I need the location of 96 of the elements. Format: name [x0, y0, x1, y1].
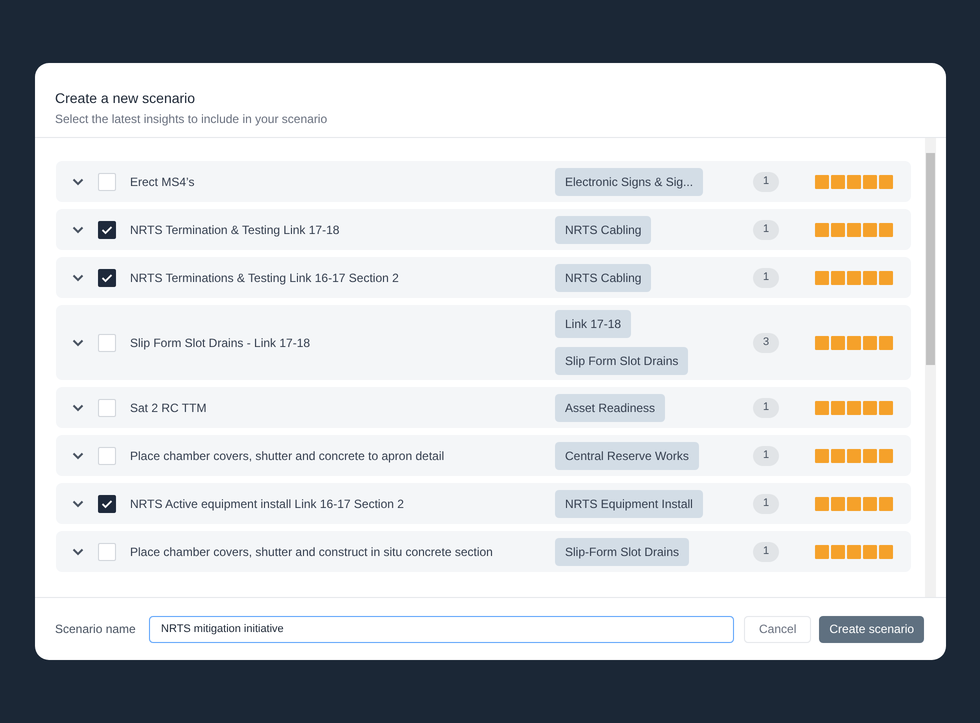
category-tag: Electronic Signs & Sig... — [555, 168, 704, 196]
chevron-down-icon[interactable] — [72, 274, 84, 282]
scrollbar[interactable] — [925, 138, 936, 598]
category-tag: Asset Readiness — [555, 394, 666, 422]
count-badge: 1 — [753, 398, 779, 418]
insight-title: Sat 2 RC TTM — [130, 400, 208, 416]
rating-square — [847, 448, 861, 462]
rating-square — [879, 400, 893, 414]
rating-square — [831, 270, 845, 284]
count-badge: 1 — [753, 494, 779, 514]
category-tag: Link 17-18 — [555, 310, 632, 338]
rating-square — [847, 174, 861, 188]
insight-title: Place chamber covers, shutter and concrete to apron detail — [130, 448, 446, 464]
insight-row[interactable]: NRTS Active equipment install Link 16-17 Section 2 NRTS Equipment Install 1 — [56, 483, 911, 524]
rating-square — [831, 174, 845, 188]
insight-row[interactable]: Place chamber covers, shutter and concrete to apron detail Central Reserve Works 1 — [56, 435, 911, 476]
insight-row[interactable]: Place chamber covers, shutter and construct in situ concrete section Slip-Form Slot Drains 1 — [56, 531, 911, 572]
count-badge: 1 — [753, 172, 779, 192]
rating-square — [831, 222, 845, 236]
count-badge: 1 — [753, 268, 779, 288]
rating-square — [847, 270, 861, 284]
category-tag: NRTS Cabling — [555, 264, 652, 292]
category-tag: Central Reserve Works — [555, 442, 699, 470]
insight-row[interactable]: Slip Form Slot Drains - Link 17-18 Link 17-18 Slip Form Slot Drains 3 — [56, 305, 911, 380]
category-tag: NRTS Equipment Install — [555, 490, 703, 518]
rating-square — [863, 336, 877, 350]
count-badge: 1 — [753, 446, 779, 466]
insight-title: NRTS Terminations & Testing Link 16-17 Section 2 — [130, 270, 400, 286]
checkbox[interactable] — [98, 446, 116, 464]
chevron-down-icon[interactable] — [72, 452, 84, 460]
dialog-subtitle: Select the latest insights to include in your scenario — [55, 111, 328, 127]
chevron-down-icon[interactable] — [72, 226, 84, 234]
chevron-down-icon[interactable] — [72, 548, 84, 556]
rating-square — [815, 400, 829, 414]
rating-square — [863, 496, 877, 510]
insight-title: Place chamber covers, shutter and construct in situ concrete section — [130, 544, 494, 560]
insight-row[interactable]: NRTS Termination & Testing Link 17-18 NRTS Cabling 1 — [56, 209, 911, 250]
rating-square — [863, 448, 877, 462]
checkbox[interactable] — [98, 542, 116, 560]
rating-square — [879, 336, 893, 350]
insight-title: Slip Form Slot Drains - Link 17-18 — [130, 334, 312, 352]
dialog-title: Create a new scenario — [55, 89, 196, 107]
checkbox[interactable] — [98, 172, 116, 190]
chevron-down-icon[interactable] — [72, 338, 84, 346]
checkbox[interactable] — [98, 494, 116, 512]
checkbox[interactable] — [98, 268, 116, 286]
rating-square — [815, 448, 829, 462]
rating-square — [879, 544, 893, 558]
create-scenario-button[interactable]: Create scenario — [819, 616, 924, 643]
rating-square — [847, 400, 861, 414]
rating-square — [879, 496, 893, 510]
rating-square — [831, 448, 845, 462]
scenario-name-label: Scenario name — [55, 621, 137, 638]
rating-square — [831, 496, 845, 510]
rating-square — [847, 544, 861, 558]
rating-square — [863, 222, 877, 236]
rating-square — [879, 222, 893, 236]
insight-row[interactable]: Erect MS4’s Electronic Signs & Sig... 1 — [56, 161, 911, 202]
rating-square — [879, 448, 893, 462]
rating-square — [863, 544, 877, 558]
rating-square — [815, 496, 829, 510]
rating-square — [815, 544, 829, 558]
insight-row[interactable]: NRTS Terminations & Testing Link 16-17 Section 2 NRTS Cabling 1 — [56, 257, 911, 298]
rating-square — [847, 222, 861, 236]
scenario-name-field[interactable]: NRTS mitigation initiative — [149, 616, 734, 643]
insight-title: Erect MS4’s — [130, 174, 196, 190]
cancel-button[interactable]: Cancel — [744, 616, 812, 643]
count-badge: 1 — [753, 542, 779, 562]
rating-square — [831, 400, 845, 414]
category-tag: Slip-Form Slot Drains — [555, 538, 690, 566]
insight-row[interactable]: Sat 2 RC TTM Asset Readiness 1 — [56, 387, 911, 428]
rating-square — [863, 270, 877, 284]
rating-square — [863, 174, 877, 188]
rating-square — [879, 270, 893, 284]
category-tag: Slip Form Slot Drains — [555, 347, 688, 375]
rating-square — [847, 336, 861, 350]
rating-square — [863, 400, 877, 414]
chevron-down-icon[interactable] — [72, 500, 84, 508]
checkbox[interactable] — [98, 220, 116, 238]
checkbox[interactable] — [98, 398, 116, 416]
rating-square — [847, 496, 861, 510]
count-badge: 1 — [753, 220, 779, 240]
rating-square — [831, 544, 845, 558]
rating-square — [815, 270, 829, 284]
rating-square — [815, 174, 829, 188]
insight-title: NRTS Active equipment install Link 16-17 Section 2 — [130, 496, 405, 512]
rating-square — [831, 336, 845, 350]
count-badge: 3 — [753, 332, 779, 352]
chevron-down-icon[interactable] — [72, 178, 84, 186]
rating-square — [879, 174, 893, 188]
rating-square — [815, 222, 829, 236]
chevron-down-icon[interactable] — [72, 404, 84, 412]
category-tag: NRTS Cabling — [555, 216, 652, 244]
insight-title: NRTS Termination & Testing Link 17-18 — [130, 222, 340, 238]
checkbox[interactable] — [98, 334, 116, 352]
rating-square — [815, 336, 829, 350]
